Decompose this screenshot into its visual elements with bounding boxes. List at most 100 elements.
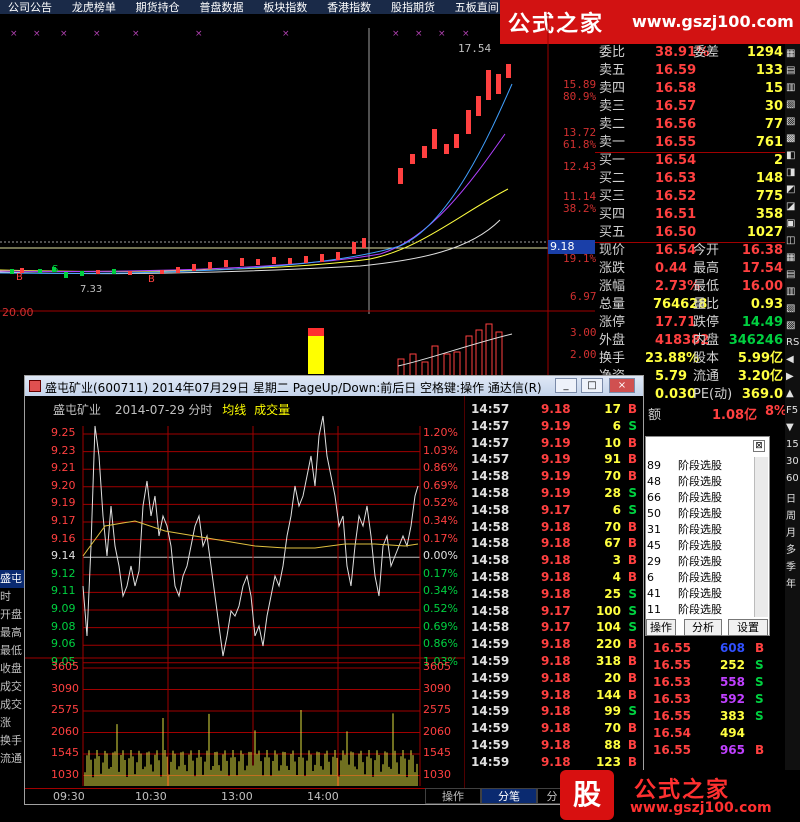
toolbar-icon[interactable]: ▤ (786, 65, 799, 78)
toolbar-icon[interactable]: ◨ (786, 167, 799, 180)
tick-side: B (627, 637, 637, 652)
bid-price: 16.53 (655, 171, 697, 186)
menu-item[interactable]: 股指期货 (383, 1, 443, 14)
period-button[interactable]: 周 (786, 507, 799, 522)
period-button[interactable]: RS (786, 337, 799, 350)
picker-list[interactable]: 89 阶段选股 48 阶段选股 66 阶段选股 50 阶段选股 31 阶段选股 45 阶段选… (646, 457, 754, 617)
menu-item[interactable]: 香港指数 (319, 1, 379, 14)
tab-operate[interactable]: 操作 (425, 788, 481, 804)
intraday-chart[interactable] (25, 396, 465, 788)
toolbar-icon[interactable]: ▤ (786, 269, 799, 282)
toolbar-icon[interactable]: ▲ (786, 388, 799, 401)
tick-side: B (627, 738, 637, 752)
picker-scrollbar[interactable] (754, 457, 768, 617)
toolbar-icon[interactable]: ◩ (786, 184, 799, 197)
stat-label: 股本 (693, 351, 720, 366)
minimize-button[interactable]: _ (555, 378, 577, 393)
menu-item[interactable]: 板块指数 (255, 1, 315, 14)
stat-label: 今开 (693, 243, 720, 258)
picker-item[interactable]: 66 阶段选股 (646, 489, 754, 505)
menu-item[interactable]: 五板直间 (447, 1, 500, 14)
volume-tick: 1030 (51, 767, 79, 781)
tick-list[interactable]: 14:57 9.18 17 B 14:57 9.19 6 S 14:57 9.19 10 B 14:57… (465, 396, 643, 786)
pct-axis-label: 61.8% (563, 138, 597, 151)
bid-volume: 358 (755, 207, 783, 222)
vol-axis-label: 2.00 (570, 348, 597, 361)
bid-label: 买三 (599, 189, 626, 204)
ask-price: 16.55 (655, 135, 697, 150)
pct-tick: 0.69% (423, 478, 458, 492)
menu-item[interactable]: 公司公告 (0, 1, 60, 14)
toolbar-icon[interactable]: ▣ (786, 218, 799, 231)
period-button[interactable]: 年 (786, 575, 799, 590)
turnover-pct: 8% (765, 404, 788, 419)
picker-item[interactable]: 29 阶段选股 (646, 553, 754, 569)
picker-item[interactable]: 89 阶段选股 (646, 457, 754, 473)
period-button[interactable]: 多 (786, 541, 799, 556)
tick-row: 14:59 9.18 99 S (465, 704, 643, 721)
period-button[interactable]: 30 (786, 456, 799, 469)
left-strip-label: 成交 (0, 680, 22, 693)
menu-item[interactable]: 龙虎榜单 (64, 1, 124, 14)
period-button[interactable]: 季 (786, 558, 799, 573)
menu-item[interactable]: 期货持仓 (128, 1, 188, 14)
analyze-button[interactable]: 分析 (684, 619, 722, 636)
tab-ticks[interactable]: 分笔 (481, 788, 537, 804)
toolbar-icon[interactable]: ▧ (786, 303, 799, 316)
divider (595, 242, 785, 243)
picker-item[interactable]: 41 阶段选股 (646, 585, 754, 601)
tick-time: 14:58 (471, 536, 510, 551)
picker-item[interactable]: 6 阶段选股 (646, 569, 754, 585)
svg-text:×: × (93, 29, 101, 39)
brand-url: www.gszj100.com (630, 800, 772, 816)
svg-text:×: × (462, 29, 470, 39)
toolbar-icon[interactable]: ▨ (786, 320, 799, 333)
toolbar-icon[interactable]: ▶ (786, 371, 799, 384)
toolbar-icon[interactable]: ▦ (786, 252, 799, 265)
operate-button[interactable]: 操作 (646, 619, 676, 636)
toolbar-icon[interactable]: ▦ (786, 48, 799, 61)
menu-item[interactable]: 普盘数据 (191, 1, 251, 14)
tick-price: 9.18 (541, 738, 571, 752)
toolbar-icon[interactable]: ▩ (786, 133, 799, 146)
picker-item[interactable]: 50 阶段选股 (646, 505, 754, 521)
volume-tick: 2575 (51, 703, 79, 716)
tick-row: 14:59 9.18 20 B (465, 671, 643, 688)
toolbar-icon[interactable]: ▨ (786, 116, 799, 129)
picker-item[interactable]: 45 阶段选股 (646, 537, 754, 553)
toolbar-icon[interactable]: ▼ (786, 422, 799, 435)
kline-chart[interactable]: × × × × × × × × × × × B S B 7.33 17.54 1… (0, 14, 597, 395)
price-tick: 9.08 (51, 619, 76, 633)
window-titlebar[interactable]: 盛屯矿业(600711) 2014年07月29日 星期二 PageUp/Down… (25, 376, 643, 396)
period-button[interactable]: 月 (786, 524, 799, 539)
period-button[interactable]: 15 (786, 439, 799, 452)
toolbar-icon[interactable]: ◪ (786, 201, 799, 214)
period-button[interactable]: 日 (786, 490, 799, 505)
price-tick: 9.25 (51, 426, 76, 439)
stat-value: 16.00 (741, 279, 783, 294)
picker-item[interactable]: 11 阶段选股 (646, 601, 754, 617)
toolbar-icon[interactable]: ◧ (786, 150, 799, 163)
tick-time: 14:58 (471, 620, 510, 635)
maximize-button[interactable]: □ (581, 378, 603, 393)
stat-value: 5.99亿 (737, 351, 783, 366)
app-icon (29, 380, 41, 392)
picker-item[interactable]: 31 阶段选股 (646, 521, 754, 537)
close-button[interactable]: × (609, 378, 635, 393)
bid-volume: 775 (755, 189, 783, 204)
settings-button[interactable]: 设置 (728, 619, 768, 636)
toolbar-icon[interactable]: ◀ (786, 354, 799, 367)
toolbar-icon[interactable]: ▥ (786, 286, 799, 299)
toolbar-icon[interactable]: ◫ (786, 235, 799, 248)
time-tick: 13:00 (221, 790, 253, 803)
toolbar-icon[interactable]: ▧ (786, 99, 799, 112)
picker-item[interactable]: 48 阶段选股 (646, 473, 754, 489)
tick-time: 14:58 (471, 570, 510, 584)
tick-row: 14:59 9.18 318 B (465, 654, 643, 671)
toolbar-icon[interactable]: ▥ (786, 82, 799, 95)
ask-volume: 133 (755, 63, 783, 78)
close-icon[interactable]: ⊠ (753, 440, 765, 452)
volume-tick: 3090 (423, 681, 451, 695)
period-button[interactable]: 60 (786, 473, 799, 486)
period-button[interactable]: F5 (786, 405, 799, 418)
